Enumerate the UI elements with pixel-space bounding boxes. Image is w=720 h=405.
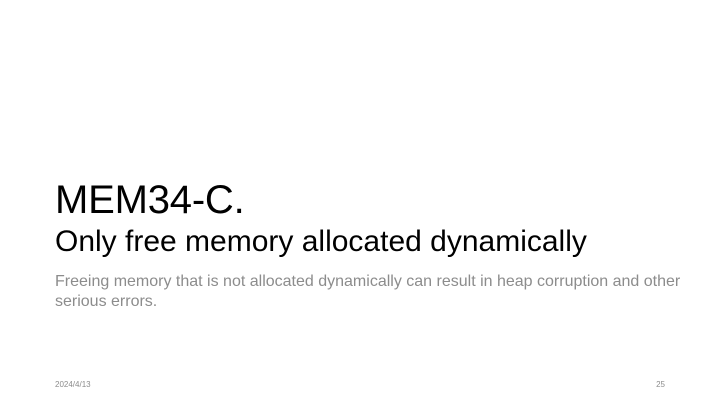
footer-date: 2024/4/13 xyxy=(55,380,91,389)
slide-title: MEM34-C. Only free memory allocated dyna… xyxy=(55,176,685,260)
page-number: 25 xyxy=(656,380,665,389)
title-rule-name: Only free memory allocated dynamically xyxy=(55,225,587,258)
title-rule-id: MEM34-C. xyxy=(55,178,245,222)
slide: MEM34-C. Only free memory allocated dyna… xyxy=(0,0,720,405)
slide-subtitle: Freeing memory that is not allocated dyn… xyxy=(55,273,681,310)
